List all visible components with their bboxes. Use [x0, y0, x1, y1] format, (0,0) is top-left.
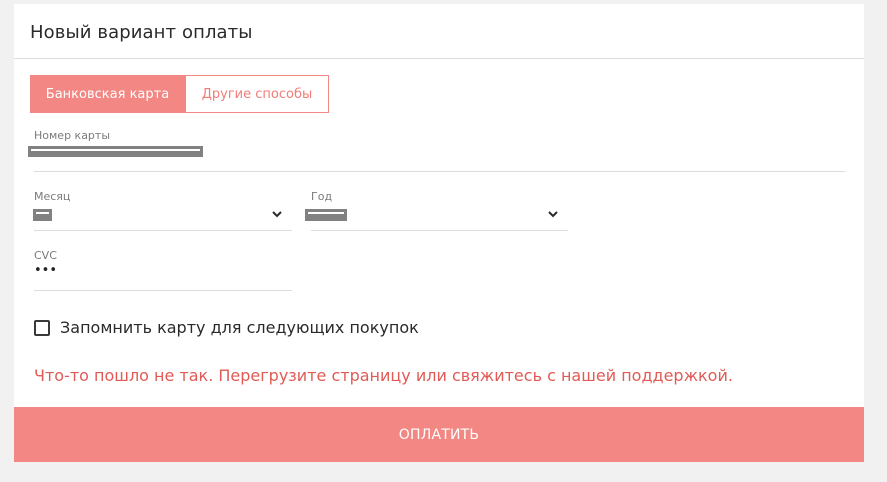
cvc-label: CVC [34, 249, 57, 262]
cvc-value: ••• [34, 263, 58, 278]
month-label: Месяц [34, 190, 71, 203]
year-masked-value [305, 209, 347, 221]
tab-other-methods[interactable]: Другие способы [185, 75, 329, 113]
card-number-label: Номер карты [34, 129, 111, 142]
cvc-underline [34, 290, 292, 291]
tab-bank-card[interactable]: Банковская карта [30, 75, 185, 113]
remember-card-label[interactable]: Запомнить карту для следующих покупок [60, 318, 419, 337]
remember-card-checkbox[interactable] [34, 319, 50, 336]
year-underline [311, 230, 568, 231]
card-header: Новый вариант оплаты [14, 4, 864, 59]
remember-card-row[interactable]: Запомнить карту для следующих покупок [34, 318, 419, 337]
pay-button[interactable]: ОПЛАТИТЬ [14, 407, 864, 462]
year-select[interactable]: Год [305, 190, 568, 231]
card-number-masked-value [28, 146, 203, 157]
month-underline [34, 230, 292, 231]
year-label: Год [311, 190, 333, 203]
card-number-field[interactable]: Номер карты [28, 129, 845, 172]
chevron-down-icon[interactable] [270, 207, 284, 221]
page-title: Новый вариант оплаты [30, 22, 253, 43]
payment-card: Новый вариант оплаты Банковская карта Др… [14, 4, 864, 462]
card-number-underline [34, 171, 845, 172]
month-masked-value [33, 209, 52, 221]
error-message: Что-то пошло не так. Перегрузите страниц… [34, 366, 733, 385]
cvc-field[interactable]: CVC ••• [34, 249, 292, 291]
month-select[interactable]: Месяц [33, 190, 292, 231]
payment-method-tabs: Банковская карта Другие способы [30, 75, 329, 113]
chevron-down-icon[interactable] [546, 207, 560, 221]
